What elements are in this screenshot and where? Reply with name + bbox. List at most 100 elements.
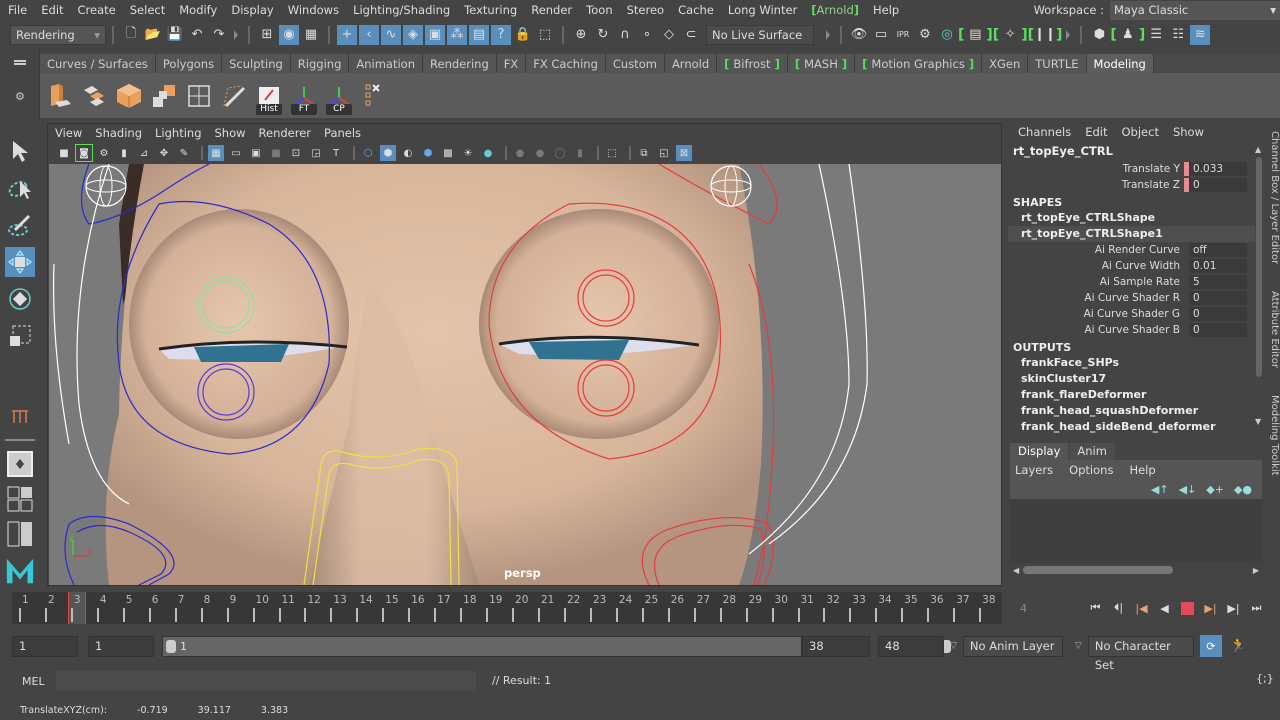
- tab-modeling[interactable]: Modeling: [1086, 54, 1154, 73]
- lock-camera-icon[interactable]: ◙: [75, 144, 93, 162]
- resolution-gate-icon[interactable]: ▣: [248, 145, 264, 161]
- four-view-layout-icon[interactable]: [5, 484, 35, 514]
- go-to-start-icon[interactable]: ⏮: [1087, 600, 1104, 616]
- tab-custom[interactable]: Custom: [605, 54, 665, 73]
- attribute-value[interactable]: 0.01: [1189, 259, 1247, 273]
- arnold-lights-icon[interactable]: ✧: [1000, 25, 1020, 45]
- output-node[interactable]: frank_head_sideBend_deformer: [1008, 419, 1255, 435]
- snap-point-icon[interactable]: ∿: [381, 24, 401, 45]
- 3d-viewport[interactable]: y x persp: [49, 164, 1001, 585]
- tab-rigging[interactable]: Rigging: [290, 54, 350, 73]
- channelbox-menu-channels[interactable]: Channels: [1018, 125, 1071, 139]
- time-slider[interactable]: 1 2 3 4 5 6 7 8 9 10 11 12 13 14 15 16 17 18 19 20 21 22 23 24 2…: [0, 590, 1002, 626]
- current-frame-field[interactable]: 4: [1020, 602, 1027, 615]
- command-input[interactable]: [56, 671, 476, 691]
- shape-node[interactable]: rt_topEye_CTRLShape: [1008, 210, 1255, 226]
- delete-history-button[interactable]: Hist: [254, 81, 284, 115]
- isolate-select-icon[interactable]: ⬚: [604, 145, 620, 161]
- arnold-render-view-icon[interactable]: ▤: [965, 25, 985, 45]
- attribute-row[interactable]: Ai Curve Width 0.01: [1008, 258, 1255, 274]
- output-node[interactable]: skinCluster17: [1008, 371, 1255, 387]
- channel-box-scrollbar[interactable]: ▲ ▼: [1255, 145, 1263, 430]
- attribute-value[interactable]: 0: [1189, 178, 1247, 192]
- screen-space-ao-icon[interactable]: ●: [512, 145, 528, 161]
- step-back-frame-icon[interactable]: ⏴|: [1110, 600, 1127, 616]
- menu-windows[interactable]: Windows: [281, 3, 346, 17]
- scroll-thumb[interactable]: [1023, 566, 1174, 574]
- auto-key-icon[interactable]: ⟳: [1199, 635, 1222, 657]
- film-gate-icon[interactable]: ▭: [228, 145, 244, 161]
- lasso-tool-icon[interactable]: [5, 173, 35, 203]
- two-d-pan-zoom-icon[interactable]: ✥: [156, 145, 172, 161]
- tab-mash[interactable]: [ MASH ]: [787, 54, 856, 73]
- menu-cache[interactable]: Cache: [671, 3, 721, 17]
- collapse-arrow-icon[interactable]: [826, 29, 830, 40]
- go-to-end-icon[interactable]: ⏭: [1248, 600, 1265, 616]
- new-layer-selected-icon[interactable]: ◆●: [1234, 483, 1252, 496]
- lock-icon[interactable]: 🔒: [513, 25, 533, 45]
- layer-menu-help[interactable]: Help: [1129, 463, 1155, 477]
- tab-sculpting[interactable]: Sculpting: [222, 54, 291, 73]
- render-sequence-icon[interactable]: ▭: [871, 25, 891, 45]
- tab-fx[interactable]: FX: [496, 54, 527, 73]
- menu-long-winter[interactable]: Long Winter: [721, 3, 804, 17]
- camera-icon[interactable]: ■: [56, 145, 72, 161]
- tab-turtle[interactable]: TURTLE: [1028, 54, 1087, 73]
- menu-render[interactable]: Render: [524, 3, 579, 17]
- safe-action-icon[interactable]: ◲: [308, 145, 324, 161]
- script-editor-icon[interactable]: {;}: [1256, 672, 1274, 685]
- select-hierarchy-icon[interactable]: ⊞: [257, 25, 277, 45]
- snap-point2-icon[interactable]: ∘: [637, 25, 657, 45]
- attribute-value[interactable]: 0: [1189, 307, 1247, 321]
- viewport-menu-lighting[interactable]: Lighting: [155, 126, 201, 140]
- make-live-icon[interactable]: ⁂: [447, 24, 467, 45]
- quad-draw-icon[interactable]: [219, 81, 249, 111]
- camera-attributes-icon[interactable]: ⚙: [96, 145, 112, 161]
- viewport-menu-show[interactable]: Show: [215, 126, 246, 140]
- menu-file[interactable]: File: [0, 3, 34, 17]
- bookmark-icon[interactable]: ▮: [116, 145, 132, 161]
- menu-modify[interactable]: Modify: [172, 3, 224, 17]
- multi-cut-icon[interactable]: [184, 81, 214, 111]
- xray-icon[interactable]: ⧉: [636, 145, 652, 161]
- tab-arnold[interactable]: Arnold: [664, 54, 718, 73]
- shadows-icon[interactable]: ●: [480, 145, 496, 161]
- snap-curve2-icon[interactable]: ∩: [615, 25, 635, 45]
- tab-polygons[interactable]: Polygons: [155, 54, 223, 73]
- arnold-pause-icon[interactable]: ❙❙: [1034, 25, 1056, 45]
- tab-xgen[interactable]: XGen: [982, 54, 1029, 73]
- layer-list[interactable]: [1010, 499, 1262, 563]
- motion-blur-icon[interactable]: ●: [532, 145, 548, 161]
- use-default-material-icon[interactable]: ◐: [400, 145, 416, 161]
- menu-create[interactable]: Create: [71, 3, 123, 17]
- anim-layer-dropdown[interactable]: No Anim Layer: [962, 635, 1063, 657]
- play-backwards-icon[interactable]: ◀: [1156, 600, 1173, 616]
- layer-menu-layers[interactable]: Layers: [1015, 463, 1053, 477]
- scroll-right-icon[interactable]: ▶: [1253, 566, 1259, 575]
- wireframe-icon[interactable]: ⬡: [360, 145, 376, 161]
- tab-curves-surfaces[interactable]: Curves / Surfaces: [40, 54, 156, 73]
- attribute-value[interactable]: 0: [1189, 323, 1247, 337]
- move-tool-icon[interactable]: [5, 247, 35, 277]
- poly-extrude-icon[interactable]: [44, 81, 74, 111]
- modeling-toolkit-icon[interactable]: ⬢: [1089, 25, 1109, 45]
- scroll-down-icon[interactable]: ▼: [1255, 417, 1261, 426]
- menu-help[interactable]: Help: [866, 3, 906, 17]
- new-scene-icon[interactable]: 🗋: [121, 25, 141, 45]
- tab-animation[interactable]: Animation: [349, 54, 424, 73]
- live-surface-field[interactable]: No Live Surface: [706, 24, 814, 45]
- chevron-down-icon[interactable]: ▽: [950, 641, 957, 651]
- output-node[interactable]: frank_flareDeformer: [1008, 387, 1255, 403]
- scroll-left-icon[interactable]: ◀: [1013, 566, 1019, 575]
- step-forward-key-icon[interactable]: ▶|: [1202, 600, 1219, 616]
- attribute-value[interactable]: 5: [1189, 275, 1247, 289]
- use-all-lights-icon[interactable]: ☀: [460, 145, 476, 161]
- tab-fx-caching[interactable]: FX Caching: [526, 54, 606, 73]
- menuset-dropdown[interactable]: Rendering ▾: [10, 24, 106, 45]
- attribute-row[interactable]: Translate Z 0: [1008, 177, 1255, 193]
- select-object-icon[interactable]: ◉: [279, 24, 299, 45]
- render-current-frame-icon[interactable]: 👁: [849, 25, 869, 45]
- multisample-aa-icon[interactable]: ◯: [552, 145, 568, 161]
- character-set-dropdown[interactable]: No Character Set: [1087, 635, 1194, 672]
- poly-bridge-icon[interactable]: [79, 81, 109, 111]
